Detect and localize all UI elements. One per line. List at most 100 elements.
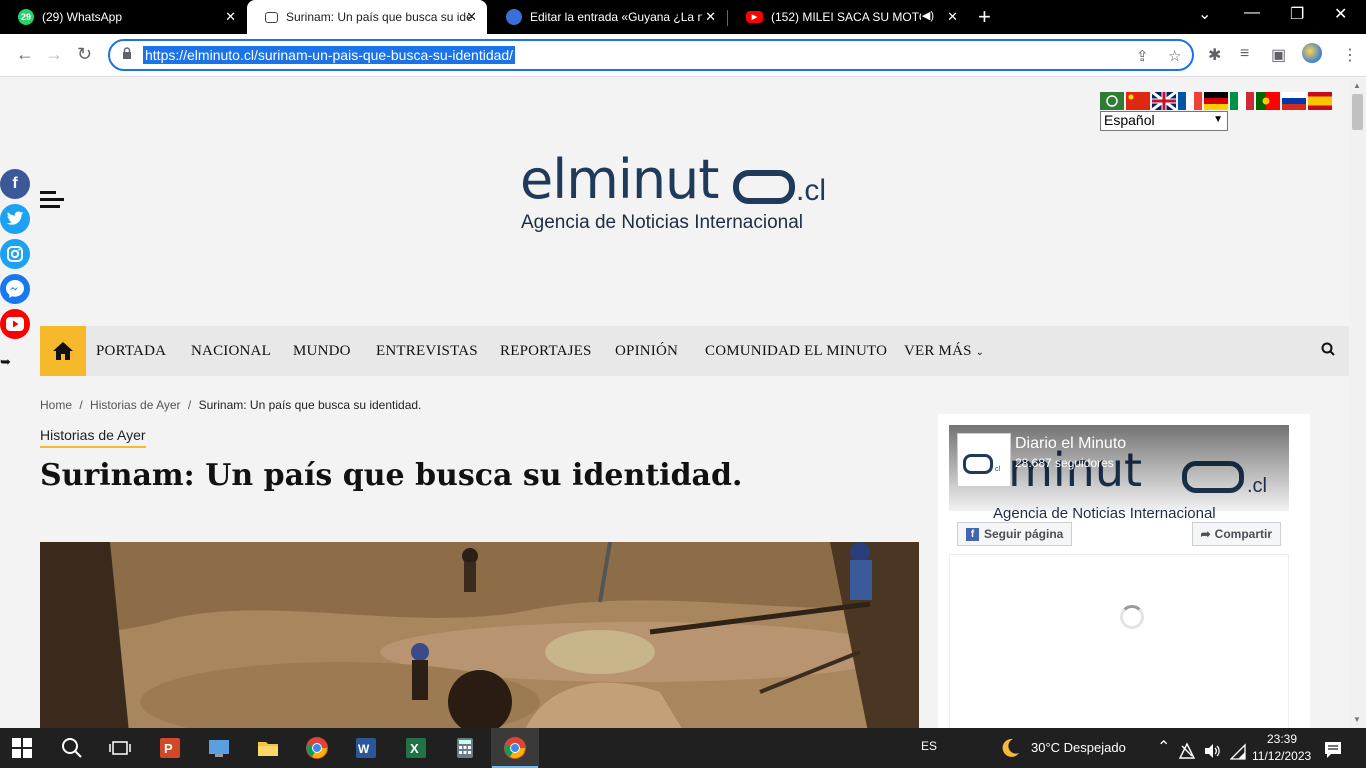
word-icon[interactable]: W [354, 736, 378, 760]
tab-youtube[interactable]: ▶ (152) MILEI SACA SU MOTOSIERRA ◀) ✕ [728, 0, 968, 34]
nav-ver-mas[interactable]: VER MÁS ⌄ [904, 343, 984, 360]
notifications-icon[interactable] [1323, 738, 1343, 762]
instagram-icon[interactable] [0, 239, 30, 269]
scroll-down-icon[interactable]: ▼ [1353, 715, 1361, 724]
scrollbar-thumb[interactable] [1352, 94, 1363, 130]
browser-toolbar: ← → ↻ https://elminuto.cl/surinam-un-pai… [0, 34, 1366, 77]
media-control-icon[interactable]: ≡ [1240, 45, 1249, 63]
bookmark-star-icon[interactable]: ☆ [1168, 47, 1181, 65]
extensions-icon[interactable]: ✱ [1208, 45, 1221, 65]
side-panel-icon[interactable]: ▣ [1271, 45, 1286, 65]
chevron-down-icon: ⌄ [975, 347, 985, 358]
network-icon[interactable] [1178, 739, 1196, 763]
file-explorer-icon[interactable] [256, 736, 280, 760]
weather-status[interactable]: 30°C Despejado [1031, 740, 1126, 755]
clock-time[interactable]: 23:39 [1267, 732, 1297, 746]
menu-icon[interactable]: ⋮ [1342, 45, 1358, 65]
german-flag-icon[interactable] [1204, 92, 1228, 110]
article-hero-image [40, 542, 919, 728]
site-logo[interactable]: elminut .cl Agencia de Noticias Internac… [520, 148, 850, 238]
nav-opinion[interactable]: OPINIÓN [615, 343, 678, 360]
lock-icon[interactable] [122, 47, 132, 59]
share-toggle-icon[interactable]: ➥ [0, 354, 11, 370]
close-window-button[interactable]: ✕ [1334, 4, 1347, 24]
speaker-icon[interactable]: ◀) [922, 9, 934, 22]
address-bar[interactable]: https://elminuto.cl/surinam-un-pais-que-… [108, 39, 1194, 71]
reload-icon[interactable]: ↻ [77, 44, 92, 65]
chevron-up-icon[interactable]: ⌃ [1157, 737, 1170, 757]
task-view-icon[interactable] [108, 736, 132, 760]
hamburger-menu-icon[interactable] [40, 191, 64, 212]
language-select[interactable]: Español ▼ [1100, 111, 1228, 131]
loading-spinner-icon [1120, 605, 1144, 629]
minimize-button[interactable]: — [1244, 4, 1260, 22]
english-flag-icon[interactable] [1152, 92, 1176, 110]
input-language[interactable]: ES [921, 739, 937, 753]
page-scrollbar[interactable]: ▲ ▼ [1349, 78, 1366, 728]
windows-start-icon[interactable] [12, 738, 32, 758]
forward-icon[interactable]: → [45, 44, 63, 65]
facebook-page-widget[interactable]: elminut .cl Agencia de Noticias Internac… [949, 425, 1289, 549]
russian-flag-icon[interactable] [1282, 92, 1306, 110]
profile-avatar[interactable] [1302, 43, 1322, 63]
chrome-icon[interactable] [305, 736, 329, 760]
chrome-active-icon[interactable] [503, 736, 527, 760]
calculator-icon[interactable] [453, 736, 477, 760]
nav-nacional[interactable]: NACIONAL [191, 343, 271, 360]
tab-whatsapp[interactable]: 29 (29) WhatsApp ✕ [0, 0, 246, 34]
tab-editar-entrada[interactable]: Editar la entrada «Guyana ¿La nueva ✕ [488, 0, 726, 34]
nav-entrevistas[interactable]: ENTREVISTAS [376, 343, 478, 360]
messenger-icon[interactable] [0, 274, 30, 304]
youtube-icon: ▶ [746, 11, 763, 23]
close-tab-icon[interactable]: ✕ [225, 9, 236, 25]
breadcrumb-home[interactable]: Home [40, 398, 72, 412]
follow-page-button[interactable]: f Seguir página [957, 522, 1073, 546]
close-tab-icon[interactable]: ✕ [466, 9, 477, 25]
share-icon[interactable]: ⇪ [1136, 47, 1149, 65]
category-link[interactable]: Historias de Ayer [40, 427, 146, 448]
twitter-icon[interactable] [0, 204, 30, 234]
nav-portada[interactable]: PORTADA [96, 343, 166, 360]
back-icon[interactable]: ← [16, 44, 34, 65]
italian-flag-icon[interactable] [1230, 92, 1254, 110]
new-tab-button[interactable]: + [978, 4, 991, 30]
close-tab-icon[interactable]: ✕ [947, 9, 958, 25]
url-text[interactable]: https://elminuto.cl/surinam-un-pais-que-… [143, 46, 516, 64]
french-flag-icon[interactable] [1178, 92, 1202, 110]
logo-suffix: .cl [796, 174, 826, 207]
logo-tagline: Agencia de Noticias Internacional [521, 212, 804, 233]
share-button[interactable]: ➦ Compartir [1191, 522, 1281, 546]
facebook-page-name[interactable]: Diario el Minuto [1015, 435, 1126, 453]
close-tab-icon[interactable]: ✕ [705, 9, 716, 25]
nav-reportajes[interactable]: REPORTAJES [500, 343, 592, 360]
facebook-icon[interactable]: f [0, 169, 30, 199]
remote-desktop-icon[interactable] [207, 736, 231, 760]
restore-button[interactable]: ❐ [1290, 4, 1304, 24]
volume-icon[interactable] [1203, 739, 1221, 763]
chevron-down-icon: ▼ [1213, 114, 1223, 125]
nav-comunidad[interactable]: COMUNIDAD EL MINUTO [705, 343, 887, 360]
nav-mundo[interactable]: MUNDO [293, 343, 351, 360]
webpage: Español ▼ f ➥ elminut .cl Agencia de Not… [0, 78, 1349, 728]
search-icon[interactable] [60, 736, 84, 760]
page-avatar[interactable]: cl [957, 433, 1011, 487]
chinese-flag-icon[interactable] [1126, 92, 1150, 110]
clock-date[interactable]: 11/12/2023 [1252, 749, 1311, 763]
youtube-icon[interactable] [0, 309, 30, 339]
excel-icon[interactable]: X [404, 736, 428, 760]
wifi-icon[interactable] [1230, 740, 1246, 764]
scroll-up-icon[interactable]: ▲ [1353, 81, 1361, 90]
powerpoint-icon[interactable]: P [158, 736, 182, 760]
sidebar: elminut .cl Agencia de Noticias Internac… [938, 414, 1310, 728]
moon-weather-icon[interactable] [998, 736, 1022, 760]
tab-surinam[interactable]: Surinam: Un país que busca su identidad.… [247, 0, 487, 34]
portuguese-flag-icon[interactable] [1256, 92, 1280, 110]
search-icon[interactable] [1321, 342, 1335, 356]
arabic-flag-icon[interactable] [1100, 92, 1124, 110]
spanish-flag-icon[interactable] [1308, 92, 1332, 110]
breadcrumb-current: Surinam: Un país que busca su identidad. [198, 398, 422, 412]
home-button[interactable] [40, 326, 86, 376]
tab-title: Surinam: Un país que busca su identidad. [286, 10, 472, 24]
tab-search-icon[interactable]: ⌄ [1198, 4, 1211, 24]
breadcrumb-category[interactable]: Historias de Ayer [90, 398, 181, 412]
